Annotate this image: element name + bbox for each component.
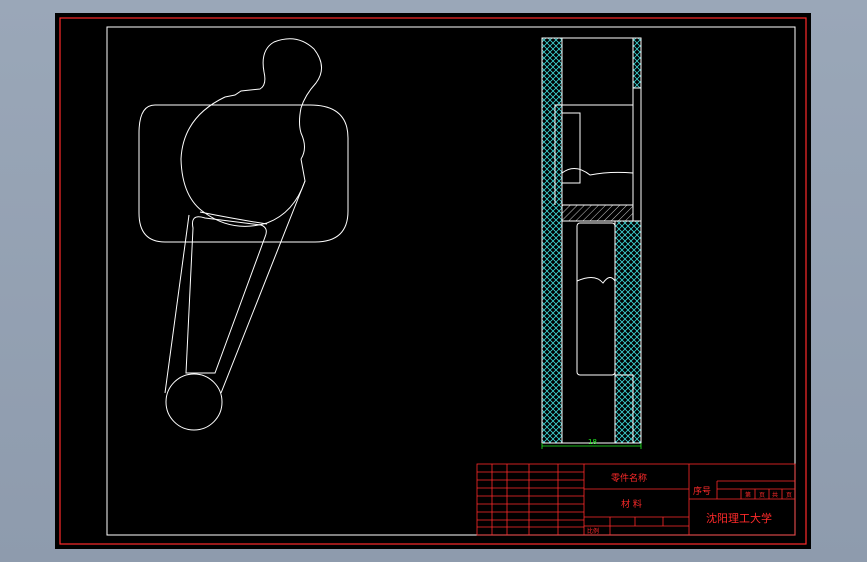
cad-viewport[interactable]: 18 零件名称 材 料 序号 第 页 共 页 沈阳理工大学 比例	[55, 13, 811, 549]
material-label: 材 料	[621, 498, 642, 510]
lever-bottom-circle	[165, 373, 223, 431]
section-upper-pocket	[562, 37, 634, 206]
lever-top-boss	[262, 38, 322, 160]
section-right-wall-upper	[632, 37, 642, 89]
lever-arm-right	[220, 180, 306, 394]
section-hub	[554, 104, 633, 205]
section-right-wall-lower	[614, 220, 642, 444]
sheet-label-1: 第	[745, 491, 751, 499]
section-break-line-2	[576, 277, 616, 284]
section-left-wall	[541, 37, 563, 444]
lever-arm-slot	[185, 216, 267, 374]
sheet-label-4: 页	[786, 492, 792, 499]
section-web-hatch	[561, 204, 634, 222]
scale-label: 比例	[587, 527, 599, 535]
inner-border	[106, 26, 796, 536]
part-name-label: 零件名称	[611, 472, 647, 484]
sheet-label-3: 共	[772, 491, 778, 499]
section-break-line-1	[561, 168, 634, 176]
cad-drawing: 18 零件名称 材 料 序号 第 页 共 页 沈阳理工大学 比例	[59, 17, 807, 545]
section-view: 18	[541, 37, 642, 449]
lever-inner-arc	[199, 211, 268, 225]
lever-main-circle	[180, 71, 306, 227]
lever-body-outline	[138, 104, 349, 243]
sequence-label: 序号	[693, 485, 711, 497]
sheet-label-2: 页	[759, 492, 765, 499]
section-dimension-label: 18	[588, 438, 597, 446]
institution-name: 沈阳理工大学	[706, 511, 772, 525]
section-lower-pocket	[576, 222, 616, 376]
outer-frame	[59, 17, 807, 545]
front-view-lever	[138, 38, 349, 431]
